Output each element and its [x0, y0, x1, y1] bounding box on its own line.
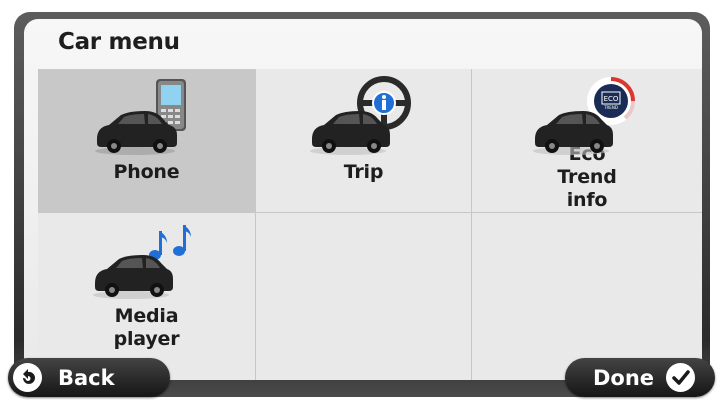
empty-cell — [472, 213, 702, 380]
menu-item-label: Trip — [343, 161, 384, 183]
checkmark-icon — [666, 363, 696, 392]
car-phone-icon — [87, 75, 207, 161]
svg-text:TREND: TREND — [603, 105, 618, 110]
menu-item-label: Phone — [113, 161, 180, 183]
menu-item-phone[interactable]: Phone — [38, 69, 256, 213]
car-eco-trend-icon: ECO TREND — [527, 75, 647, 155]
menu-item-label: Media player — [113, 305, 180, 350]
back-arrow-icon — [13, 363, 42, 392]
menu-item-eco-trend-info[interactable]: ECO TREND Eco Trend info — [472, 69, 702, 213]
svg-text:ECO: ECO — [604, 95, 619, 103]
back-button[interactable]: Back — [8, 358, 170, 397]
car-steering-info-icon — [304, 75, 424, 161]
done-button[interactable]: Done — [565, 358, 715, 397]
menu-item-media-player[interactable]: Media player — [38, 213, 256, 380]
done-label: Done — [593, 365, 655, 390]
car-menu-panel: Car menu Phone Trip ECO TREND Trend info… — [24, 19, 702, 380]
back-label: Back — [58, 365, 115, 390]
empty-cell — [256, 213, 472, 380]
car-music-notes-icon — [87, 219, 207, 305]
menu-item-trip[interactable]: Trip — [256, 69, 472, 213]
page-title: Car menu — [58, 29, 180, 55]
menu-grid: Phone Trip ECO TREND Trend info Media pl… — [38, 69, 702, 380]
